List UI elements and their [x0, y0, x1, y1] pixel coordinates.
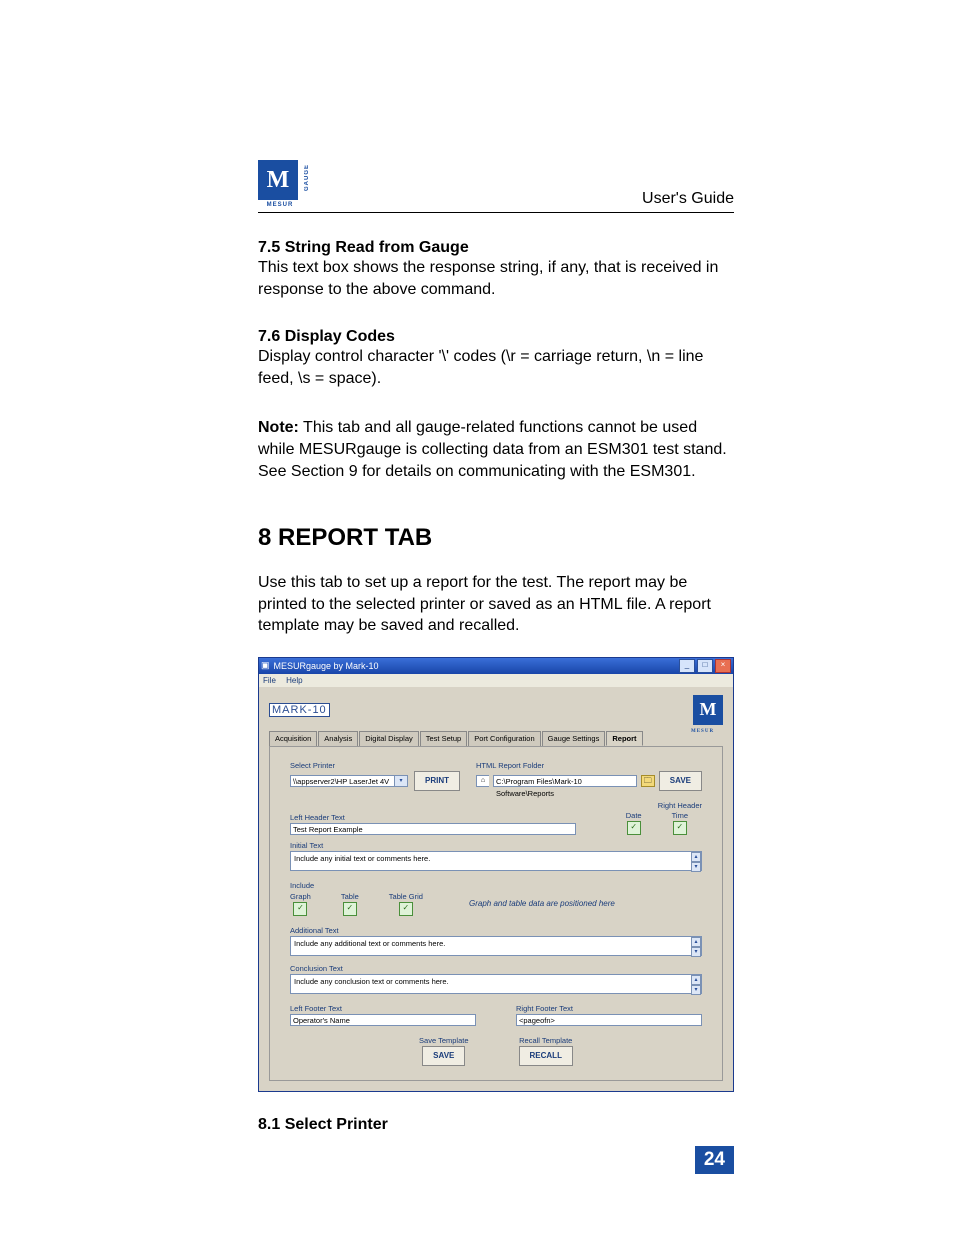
page-header: M MESUR GAUGE User's Guide: [258, 160, 734, 213]
app-title: MESURgauge by Mark-10: [274, 661, 379, 671]
scroll-down-icon[interactable]: ▾: [691, 862, 701, 872]
left-footer-input[interactable]: Operator's Name: [290, 1014, 476, 1026]
menu-bar: File Help: [259, 674, 733, 687]
label-save-template: Save Template: [419, 1036, 468, 1045]
report-tab-screenshot: ▣ MESURgauge by Mark-10 _ □ × File Help …: [258, 657, 734, 1092]
section-7-6-body: Display control character '\' codes (\r …: [258, 346, 734, 389]
section-8-1-head: 8.1 Select Printer: [258, 1116, 734, 1134]
label-left-footer: Left Footer Text: [290, 1004, 476, 1013]
close-button[interactable]: ×: [715, 659, 731, 673]
logo-icon: M: [258, 160, 298, 200]
menu-help[interactable]: Help: [286, 676, 302, 685]
section-7-6-head: 7.6 Display Codes: [258, 328, 734, 346]
tab-acquisition[interactable]: Acquisition: [269, 731, 317, 746]
label-graph: Graph: [290, 892, 311, 901]
left-header-input[interactable]: Test Report Example: [290, 823, 576, 835]
mesur-logo-icon: M MESUR: [693, 695, 723, 725]
table-checkbox[interactable]: ✓: [343, 902, 357, 916]
label-date: Date: [626, 811, 642, 820]
scroll-up-icon[interactable]: ▴: [691, 975, 701, 985]
print-button[interactable]: PRINT: [414, 771, 460, 791]
label-table-grid: Table Grid: [389, 892, 423, 901]
label-left-header: Left Header Text: [290, 813, 576, 822]
header-title: User's Guide: [302, 190, 734, 208]
recall-template-button[interactable]: RECALL: [519, 1046, 573, 1066]
tab-gauge-settings[interactable]: Gauge Settings: [542, 731, 606, 746]
folder-icon[interactable]: 🗀: [641, 775, 655, 787]
note-body: This tab and all gauge-related functions…: [258, 419, 727, 479]
minimize-button[interactable]: _: [679, 659, 695, 673]
note-label: Note:: [258, 419, 299, 436]
positioned-here-label: Graph and table data are positioned here: [469, 899, 615, 908]
conclusion-text-input[interactable]: Include any conclusion text or comments …: [290, 974, 702, 994]
label-table: Table: [341, 892, 359, 901]
tab-test-setup[interactable]: Test Setup: [420, 731, 467, 746]
graph-checkbox[interactable]: ✓: [293, 902, 307, 916]
label-html-folder: HTML Report Folder: [476, 761, 702, 770]
logo-sidetext: GAUGE: [304, 164, 310, 191]
printer-select[interactable]: \\appserver2\HP LaserJet 4V ▾: [290, 775, 408, 787]
date-checkbox[interactable]: ✓: [627, 821, 641, 835]
scroll-up-icon[interactable]: ▴: [691, 937, 701, 947]
time-checkbox[interactable]: ✓: [673, 821, 687, 835]
additional-text-input[interactable]: Include any additional text or comments …: [290, 936, 702, 956]
tab-port-configuration[interactable]: Port Configuration: [468, 731, 540, 746]
brand-mark10: MARK-10: [269, 703, 330, 717]
initial-text-input[interactable]: Include any initial text or comments her…: [290, 851, 702, 871]
scroll-down-icon[interactable]: ▾: [691, 947, 701, 957]
scroll-up-icon[interactable]: ▴: [691, 852, 701, 862]
save-html-button[interactable]: SAVE: [659, 771, 702, 791]
html-folder-input[interactable]: C:\Program Files\Mark-10 Software\Report…: [493, 775, 637, 787]
label-conclusion-text: Conclusion Text: [290, 964, 702, 973]
app-titlebar: ▣ MESURgauge by Mark-10 _ □ ×: [259, 658, 733, 674]
label-initial-text: Initial Text: [290, 841, 702, 850]
path-icon: ⌂: [476, 775, 489, 787]
report-panel: Select Printer \\appserver2\HP LaserJet …: [269, 746, 723, 1081]
app-icon: ▣: [261, 660, 270, 671]
tab-report[interactable]: Report: [606, 731, 642, 746]
chevron-down-icon: ▾: [395, 775, 408, 787]
tabs: Acquisition Analysis Digital Display Tes…: [259, 731, 733, 746]
tab-analysis[interactable]: Analysis: [318, 731, 358, 746]
page-number: 24: [695, 1146, 734, 1174]
section-7-5-body: This text box shows the response string,…: [258, 257, 734, 300]
table-grid-checkbox[interactable]: ✓: [399, 902, 413, 916]
label-recall-template: Recall Template: [519, 1036, 572, 1045]
logo-subtext: MESUR: [258, 202, 302, 208]
label-right-header: Right Header: [592, 801, 702, 810]
chapter-8-intro: Use this tab to set up a report for the …: [258, 572, 734, 637]
menu-file[interactable]: File: [263, 676, 276, 685]
tab-digital-display[interactable]: Digital Display: [359, 731, 419, 746]
chapter-8-title: 8 REPORT TAB: [258, 524, 734, 552]
printer-select-value: \\appserver2\HP LaserJet 4V: [290, 775, 395, 787]
scroll-down-icon[interactable]: ▾: [691, 985, 701, 995]
right-footer-input[interactable]: <pageofn>: [516, 1014, 702, 1026]
maximize-button[interactable]: □: [697, 659, 713, 673]
label-include: Include: [290, 881, 702, 890]
label-select-printer: Select Printer: [290, 761, 460, 770]
label-additional-text: Additional Text: [290, 926, 702, 935]
label-right-footer: Right Footer Text: [516, 1004, 702, 1013]
label-time: Time: [672, 811, 688, 820]
save-template-button[interactable]: SAVE: [422, 1046, 465, 1066]
section-7-5-head: 7.5 String Read from Gauge: [258, 239, 734, 257]
note-paragraph: Note: This tab and all gauge-related fun…: [258, 417, 734, 482]
brand-logo: M MESUR GAUGE: [258, 160, 302, 208]
